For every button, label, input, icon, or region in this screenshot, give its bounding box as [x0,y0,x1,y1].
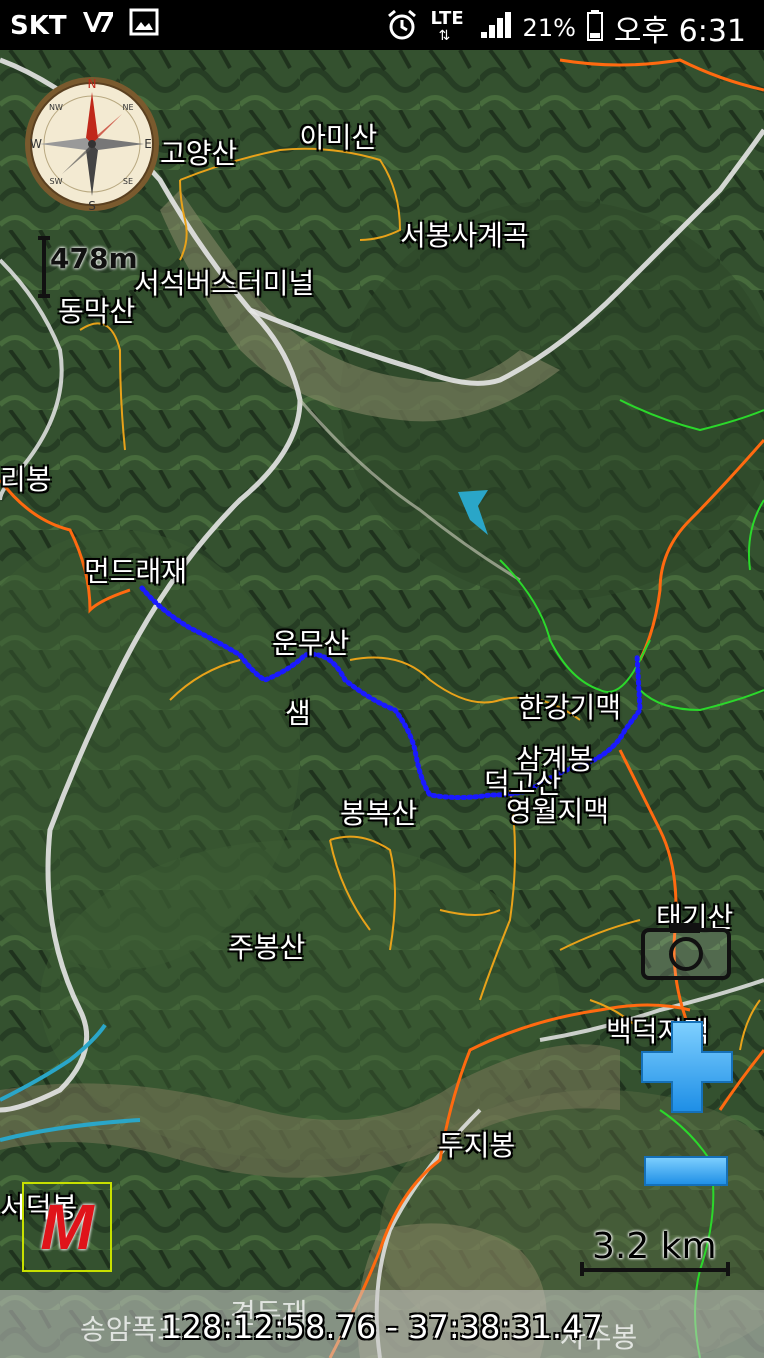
place-label: 아미산 [300,121,378,154]
clock: 오후 6:31 [613,14,746,49]
compass-letter: SW [50,177,63,186]
vzw-icon [81,8,115,43]
place-label: 서석버스터미널 [134,267,315,300]
compass-letter: S [88,199,96,213]
place-label: 동막산 [58,295,136,328]
place-label: 두지봉 [438,1129,516,1162]
scale-long-label: 3.2 km [592,1226,717,1267]
menu-button-label: M [40,1191,94,1263]
status-bar: SKT LTE ⇅ 21% 오후 6:31 [0,0,764,50]
compass[interactable]: N S E W NE SW SE NW [22,74,162,214]
place-label: 봉복산 [340,797,418,830]
coordinates-readout: 128:12:58.76 - 37:38:31.47 [161,1308,603,1346]
coordinate-bar: 송암폭포 견두재 사주봉 128:12:58.76 - 37:38:31.47 [0,1290,764,1358]
map-view[interactable]: 고양산 아미산 서봉사계곡 서석버스터미널 동막산 리봉 먼드래재 운무산 샘 … [0,50,764,1358]
network-label: LTE [430,8,464,29]
carrier-label: SKT [10,10,67,41]
lte-indicator: LTE ⇅ [430,8,464,44]
compass-letter: W [30,137,42,151]
place-label: 영월지맥 [506,795,610,828]
compass-letter: SE [123,177,133,186]
compass-letter: N [88,77,97,91]
place-label: 리봉 [0,463,52,496]
battery-icon [586,9,604,48]
scale-bar-horizontal: 3.2 km [580,1226,730,1280]
scale-bar-vertical: 478m [36,236,138,302]
compass-letter: NW [49,103,63,112]
scale-short-label: 478m [50,242,138,275]
camera-button[interactable] [640,920,732,982]
minus-icon [644,1156,728,1186]
place-label: 먼드래재 [84,555,188,588]
compass-letter: E [144,137,152,151]
signal-icon [479,10,513,47]
plus-icon [641,1021,733,1113]
place-label: 고양산 [160,137,238,170]
compass-icon: N S E W NE SW SE NW [25,77,159,213]
image-icon [129,8,159,43]
place-label: 샘 [285,697,311,730]
camera-icon [641,923,731,980]
battery-percent: 21% [522,14,576,42]
zoom-in-button[interactable] [640,1020,734,1114]
place-label: 한강기맥 [518,691,622,724]
compass-letter: NE [122,103,133,112]
alarm-icon [385,8,419,49]
place-label: 서봉사계곡 [400,219,529,252]
place-label: 운무산 [272,627,350,660]
place-label: 주봉산 [228,931,306,964]
menu-button[interactable]: M [22,1182,112,1272]
zoom-out-button[interactable] [644,1156,728,1186]
